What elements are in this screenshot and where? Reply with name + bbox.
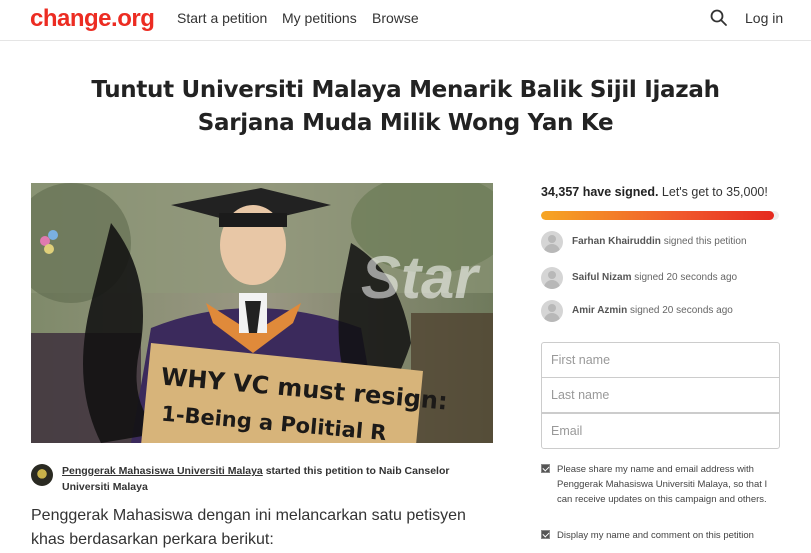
signer-name: Saiful Nizam [572, 272, 632, 283]
signer-action: signed 20 seconds ago [629, 305, 733, 316]
search-icon[interactable] [709, 8, 729, 28]
signer-action: signed this petition [663, 236, 747, 247]
signer-name: Amir Azmin [572, 305, 628, 316]
avatar [541, 231, 563, 253]
share-info-checkbox[interactable] [541, 464, 550, 473]
recent-signer: Amir Azmin signed 20 seconds ago [541, 300, 801, 324]
display-name-label[interactable]: Display my name and comment on this peti… [557, 528, 781, 543]
petition-body-text: Penggerak Mahasiswa dengan ini melancark… [31, 507, 466, 548]
nav-my-petitions[interactable]: My petitions [282, 10, 357, 26]
signer-action: signed 20 seconds ago [634, 272, 738, 283]
goal-text: Let's get to 35,000! [661, 185, 768, 199]
signature-count: 34,357 have signed. Let's get to 35,000! [541, 185, 768, 199]
nav-start-petition[interactable]: Start a petition [177, 10, 267, 26]
nav-browse[interactable]: Browse [372, 10, 419, 26]
display-name-checkbox-row: Display my name and comment on this peti… [541, 528, 781, 543]
avatar [541, 300, 563, 322]
petition-starter-info: Penggerak Mahasiswa Universiti Malaya st… [31, 463, 493, 495]
progress-fill [541, 211, 775, 220]
email-input[interactable] [541, 413, 780, 449]
display-name-checkbox[interactable] [541, 530, 550, 539]
avatar [541, 267, 563, 289]
share-info-checkbox-row: Please share my name and email address w… [541, 462, 781, 507]
petition-title: Tuntut Universiti Malaya Menarik Balik S… [91, 77, 720, 136]
last-name-input[interactable] [541, 377, 780, 413]
starter-action-text: started this petition to [265, 465, 376, 477]
top-navigation-bar: change.org Start a petition My petitions… [0, 0, 811, 41]
share-info-label[interactable]: Please share my name and email address w… [557, 462, 781, 507]
signer-name: Farhan Khairuddin [572, 236, 661, 247]
photo-watermark: Star [361, 244, 481, 311]
signature-progress-bar [541, 211, 779, 220]
login-link[interactable]: Log in [745, 10, 783, 26]
signed-count-text: 34,357 have signed. [541, 185, 659, 199]
petition-photo: WHY VC must resign: 1-Being a Politial R… [31, 183, 493, 443]
recent-signer: Saiful Nizam signed 20 seconds ago [541, 267, 801, 291]
change-org-logo[interactable]: change.org [30, 5, 155, 33]
starter-avatar[interactable] [31, 464, 53, 486]
starter-name-link[interactable]: Penggerak Mahasiswa Universiti Malaya [62, 465, 263, 477]
first-name-input[interactable] [541, 342, 780, 378]
recent-signer: Farhan Khairuddin signed this petition [541, 231, 801, 255]
